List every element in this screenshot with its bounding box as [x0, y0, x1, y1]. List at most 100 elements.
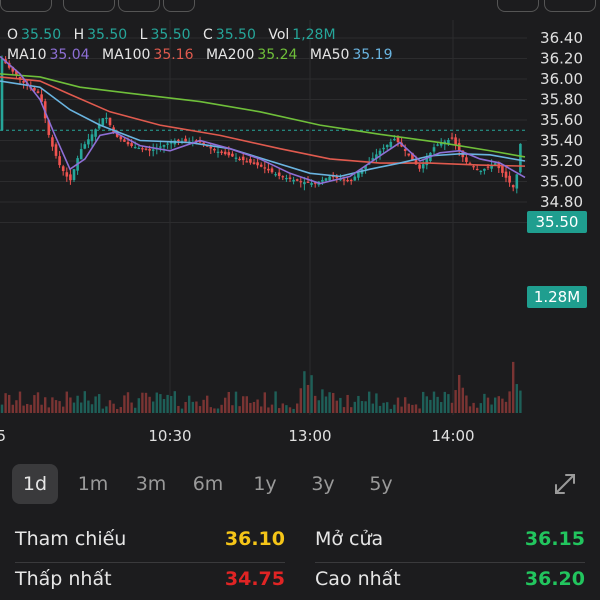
volume-bar [288, 407, 292, 413]
volume-bar [263, 392, 266, 413]
stock-chart-screen: 36.40 36.20 36.00 35.80 35.60 35.40 35.20 35.00… [0, 0, 600, 600]
volume-bar [4, 393, 7, 413]
ma100-value: 35.16 [153, 47, 194, 63]
volume-bar [47, 407, 50, 413]
candle [407, 153, 411, 156]
candle [281, 176, 285, 178]
volume-bar [450, 402, 454, 413]
candle [22, 80, 25, 83]
volume-bar [443, 391, 446, 413]
volume-bar [76, 395, 79, 413]
volume-bar [375, 393, 378, 413]
candle [378, 150, 382, 155]
price-tick-label: 36.20 [540, 50, 583, 68]
volume-bar [479, 403, 482, 413]
candlestick-chart[interactable]: 36.40 36.20 36.00 35.80 35.60 35.40 35.20 35.00… [0, 0, 600, 460]
candle [184, 138, 187, 142]
price-tick-label: 35.60 [540, 111, 583, 129]
volume-bar [101, 408, 104, 413]
tab-1d[interactable]: 1d [12, 464, 58, 504]
ma10-label: MA10 [7, 47, 47, 63]
volume-bar [422, 391, 425, 413]
candle [245, 161, 249, 163]
candle [346, 179, 349, 182]
candle [141, 148, 144, 150]
candle [515, 174, 519, 189]
volume-bar [155, 392, 158, 413]
candle [105, 117, 108, 119]
candle [79, 149, 83, 160]
volume-bar [90, 404, 94, 413]
tab-1y[interactable]: 1y [242, 464, 288, 504]
volume-bar [184, 401, 187, 413]
candle [151, 149, 155, 151]
volume-bar [238, 406, 241, 413]
open-value: 35.50 [21, 27, 62, 43]
volume-bar [342, 407, 346, 413]
volume-bar [116, 408, 119, 413]
tab-5y[interactable]: 5y [358, 464, 404, 504]
volume-bar [87, 400, 90, 413]
expand-icon[interactable] [551, 470, 579, 498]
timeframe-selector: 1d 1m 3m 6m 1y 3y 5y [0, 464, 600, 508]
candle [357, 172, 360, 178]
candle [472, 166, 475, 168]
candle [501, 166, 504, 173]
ohlc-legend: O 35.50 H 35.50 L 35.50 C 35.50 Vol 1,28M [7, 27, 344, 43]
candle [144, 148, 148, 150]
volume-bar [231, 405, 234, 413]
candle [353, 176, 357, 181]
candle [54, 144, 58, 156]
candle [385, 144, 389, 148]
candle [177, 139, 180, 141]
volume-bar [281, 403, 284, 413]
candle [288, 177, 292, 179]
candle [285, 178, 288, 180]
low-price-label: Thấp nhất [15, 568, 112, 590]
ma200-label: MA200 [205, 47, 255, 63]
volume-bar [519, 390, 522, 413]
candle [101, 118, 105, 126]
candle [328, 176, 331, 181]
time-tick-label: 14:00 [431, 427, 474, 445]
volume-bar [213, 408, 216, 413]
volume-bar [170, 396, 173, 413]
price-tick-label: 35.20 [540, 152, 583, 170]
candle [51, 137, 54, 147]
volume-bar [386, 402, 389, 413]
close-value: 35.50 [215, 27, 256, 43]
reference-value: 36.10 [224, 528, 285, 550]
volume-bar [216, 408, 220, 413]
volume-bar [371, 403, 374, 413]
volume-bar [468, 406, 472, 413]
candle [220, 151, 223, 153]
volume-bar [382, 402, 385, 413]
volume-bar [335, 400, 338, 413]
volume-bar [339, 397, 342, 413]
volume-bar [328, 392, 331, 413]
candle [259, 164, 263, 167]
tab-3y[interactable]: 3y [300, 464, 346, 504]
volume-bar [483, 393, 486, 413]
tab-1m[interactable]: 1m [70, 464, 116, 504]
volume-bar [360, 401, 364, 413]
ma200-value: 35.24 [257, 47, 298, 63]
volume-bar [202, 399, 205, 413]
volume-bar [306, 384, 310, 413]
price-tick-label: 35.00 [540, 173, 583, 191]
volume-bar [357, 395, 360, 413]
candle [457, 143, 461, 151]
volume-bar [447, 394, 450, 413]
volume-bar [173, 391, 176, 413]
price-tick-label: 35.40 [540, 132, 583, 150]
volume-bar [267, 407, 270, 413]
volume-bar [206, 395, 209, 413]
high-value: 35.50 [87, 27, 128, 43]
tab-3m[interactable]: 3m [128, 464, 174, 504]
tab-6m[interactable]: 6m [185, 464, 231, 504]
volume-bar [472, 402, 475, 413]
candle [213, 148, 216, 151]
volume-bar [494, 397, 497, 413]
volume-bar [69, 397, 72, 413]
volume-bar [148, 396, 151, 413]
